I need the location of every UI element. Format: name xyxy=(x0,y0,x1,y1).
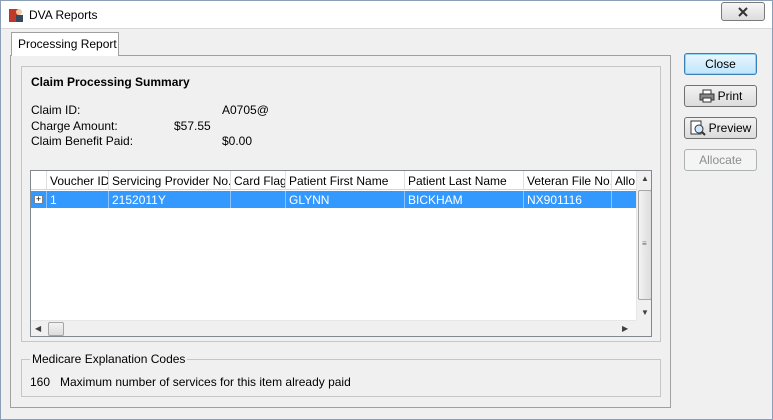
grip-icon: ≡ xyxy=(642,239,647,248)
provider-no-cell: 2152011Y xyxy=(109,191,231,208)
grid-header: Voucher ID Servicing Provider No. Card F… xyxy=(31,171,651,190)
header-expander-col xyxy=(31,171,47,190)
explanation-text: Maximum number of services for this item… xyxy=(60,375,351,389)
app-icon xyxy=(9,9,23,22)
print-button[interactable]: Print xyxy=(684,85,757,107)
close-button-label: Close xyxy=(705,57,736,71)
horizontal-scrollbar[interactable]: ◀ ▶ xyxy=(31,320,636,336)
explanation-codes-group: Medicare Explanation Codes 160 Maximum n… xyxy=(21,352,661,397)
plus-icon[interactable]: + xyxy=(34,195,43,204)
explanation-codes-legend: Medicare Explanation Codes xyxy=(30,352,188,366)
benefit-paid-value: $0.00 xyxy=(222,134,253,148)
allocated-cell xyxy=(612,191,636,208)
tab-processing-report[interactable]: Processing Report xyxy=(11,32,119,56)
column-header[interactable]: Card Flag xyxy=(231,171,286,190)
charge-amount-value: $57.55 xyxy=(174,119,211,133)
table-row[interactable]: + 1 2152011Y GLYNN BICKHAM NX901116 xyxy=(31,191,636,208)
print-button-label: Print xyxy=(717,89,743,103)
vouchers-grid[interactable]: Voucher ID Servicing Provider No. Card F… xyxy=(30,170,652,337)
last-name-cell: BICKHAM xyxy=(405,191,524,208)
veteran-file-no-cell: NX901116 xyxy=(524,191,612,208)
row-expander[interactable]: + xyxy=(31,191,47,208)
close-button[interactable]: Close xyxy=(684,53,757,75)
printer-icon xyxy=(699,89,715,103)
column-header[interactable]: Allo xyxy=(612,171,636,190)
allocate-button-label: Allocate xyxy=(699,153,742,167)
window-close-button[interactable] xyxy=(721,2,765,21)
column-header[interactable]: Servicing Provider No. xyxy=(109,171,231,190)
processing-report-panel: Claim Processing Summary Claim ID: A0705… xyxy=(10,55,671,408)
scroll-down-icon[interactable]: ▼ xyxy=(641,308,649,317)
column-header[interactable]: Patient Last Name xyxy=(405,171,524,190)
dva-reports-window: DVA Reports Processing Report Claim Proc… xyxy=(0,0,773,420)
claim-id-value: A0705@ xyxy=(222,103,269,117)
scroll-left-icon[interactable]: ◀ xyxy=(35,324,41,333)
voucher-id-cell: 1 xyxy=(47,191,109,208)
window-title: DVA Reports xyxy=(29,8,98,22)
title-bar: DVA Reports xyxy=(1,1,772,29)
scroll-right-icon[interactable]: ▶ xyxy=(622,324,628,333)
preview-magnifier-icon xyxy=(690,120,706,136)
column-header[interactable]: Voucher ID xyxy=(47,171,109,190)
vertical-scrollbar[interactable]: ▲ ≡ ▼ xyxy=(636,171,651,320)
preview-button-label: Preview xyxy=(708,121,752,135)
card-flag-cell xyxy=(231,191,286,208)
claim-summary-group: Claim Processing Summary Claim ID: A0705… xyxy=(21,66,661,342)
benefit-paid-label: Claim Benefit Paid: xyxy=(31,134,134,148)
summary-heading: Claim Processing Summary xyxy=(31,75,190,89)
scroll-up-icon[interactable]: ▲ xyxy=(641,174,649,183)
allocate-button[interactable]: Allocate xyxy=(684,149,757,171)
close-icon xyxy=(738,6,748,17)
horizontal-scroll-thumb[interactable] xyxy=(48,322,64,336)
claim-id-label: Claim ID: xyxy=(31,103,81,117)
first-name-cell: GLYNN xyxy=(286,191,405,208)
preview-button[interactable]: Preview xyxy=(684,117,757,139)
vertical-scroll-thumb[interactable]: ≡ xyxy=(638,190,651,300)
column-header[interactable]: Patient First Name xyxy=(286,171,405,190)
explanation-code: 160 xyxy=(30,375,51,389)
scrollbar-corner xyxy=(636,320,651,336)
charge-amount-label: Charge Amount: xyxy=(31,119,118,133)
column-header[interactable]: Veteran File No. xyxy=(524,171,612,190)
